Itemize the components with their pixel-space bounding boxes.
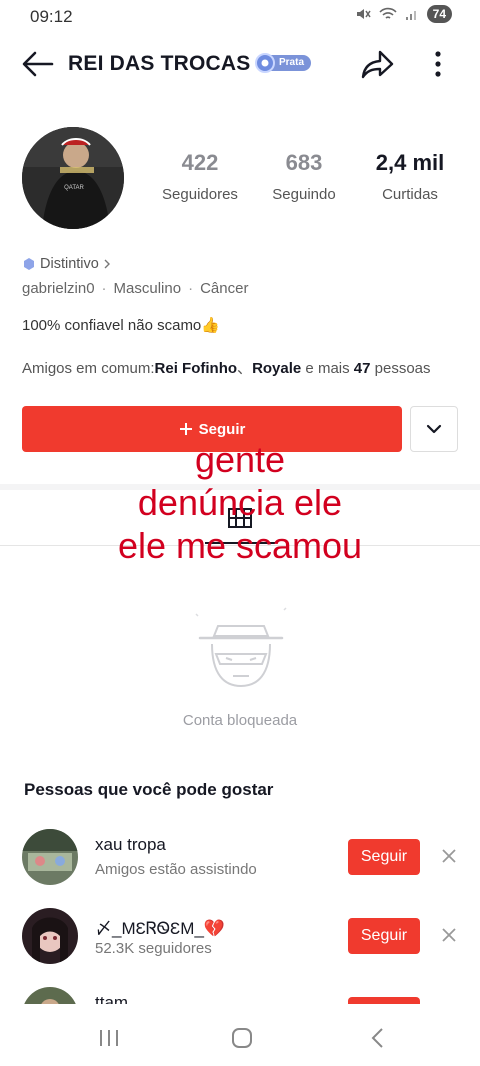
mutual-friend-2: Royale [252,360,302,377]
mutual-friend-1: Rei Fofinho [154,360,238,377]
zodiac-sign: Câncer [200,280,249,297]
tier-badge-icon [255,53,275,73]
masked-user-icon [195,607,287,688]
battery-icon: 74 [426,5,452,23]
caption-line-1: gente [194,439,286,480]
hexagon-badge-icon [24,258,34,270]
gender: Masculino [113,280,182,297]
home-icon[interactable] [230,1026,254,1050]
system-nav-bar [0,1004,480,1066]
likes-stat[interactable]: 2,4 mil Curtidas [360,150,460,203]
likes-label: Curtidas [382,186,438,203]
close-icon[interactable] [438,845,460,867]
svg-text:QATAR: QATAR [64,185,84,191]
close-icon[interactable] [438,924,460,946]
plus-icon [179,423,192,435]
mutual-friends-count: 47 [353,360,371,377]
profile-title: REI DAS TROCAS [68,52,251,75]
chevron-right-icon [104,259,110,269]
more-vertical-icon[interactable] [428,48,448,80]
following-count: 683 [285,150,323,175]
suggestion-row[interactable]: xau tropa Amigos estão assistindo Seguir [0,829,480,893]
follow-button-label: Seguir [198,420,246,438]
blocked-account-label: Conta bloqueada [182,712,298,729]
signal-icon [405,11,416,20]
profile-meta: gabrielzin0 · Masculino · Câncer [22,280,249,297]
following-stat[interactable]: 683 Seguindo [258,150,350,203]
suggestion-subtitle: 52.3K seguidores [95,940,212,957]
suggestion-subtitle: Amigos estão assistindo [95,861,257,878]
profile-stats: 422 Seguidores 683 Seguindo 2,4 mil Curt… [150,150,460,210]
suggestion-avatar[interactable] [22,829,78,885]
following-label: Seguindo [272,186,336,203]
mutual-friends[interactable]: Amigos em comum:Rei Fofinho、Royale e mai… [22,357,431,378]
mute-icon [356,9,371,19]
username: gabrielzin0 [22,280,95,297]
suggestion-name: xau tropa [95,835,166,854]
tier-badge-label: Prata [269,55,312,71]
followers-stat[interactable]: 422 Seguidores [150,150,250,203]
suggestion-name: 〆_ΜƐᏒᏫƐΜ_💔 [95,919,226,938]
suggestion-row[interactable]: 〆_ΜƐᏒᏫƐΜ_💔 52.3K seguidores Seguir [0,908,480,972]
likes-count: 2,4 mil [375,150,445,175]
recent-apps-icon[interactable] [98,1028,120,1048]
status-icons: 74 [355,5,452,23]
distintivo-link[interactable]: Distintivo [22,256,111,272]
profile-header: REI DAS TROCAS Prata [0,42,480,86]
suggestion-avatar[interactable] [22,908,78,964]
tier-badge[interactable]: Prata [255,53,312,73]
status-time: 09:12 [30,7,73,26]
followers-label: Seguidores [162,186,238,203]
chevron-down-icon [426,424,442,434]
video-caption-overlay: gente denúncia ele ele me scamou [0,438,480,567]
profile-bio: 100% confiavel não scamo👍 [22,317,220,334]
wifi-icon [379,7,397,19]
caption-line-2: denúncia ele [137,482,343,523]
caption-line-3: ele me scamou [117,525,363,566]
suggestion-follow-button[interactable]: Seguir [348,839,420,875]
back-arrow-icon[interactable] [20,50,56,78]
suggestion-follow-button[interactable]: Seguir [348,918,420,954]
share-icon[interactable] [360,48,396,80]
followers-count: 422 [181,150,219,175]
profile-avatar[interactable]: QATAR [22,127,124,229]
suggestions-title: Pessoas que você pode gostar [24,780,274,799]
nav-back-icon[interactable] [368,1026,386,1050]
distintivo-label: Distintivo [40,256,99,272]
status-bar: 09:12 74 [0,0,480,32]
